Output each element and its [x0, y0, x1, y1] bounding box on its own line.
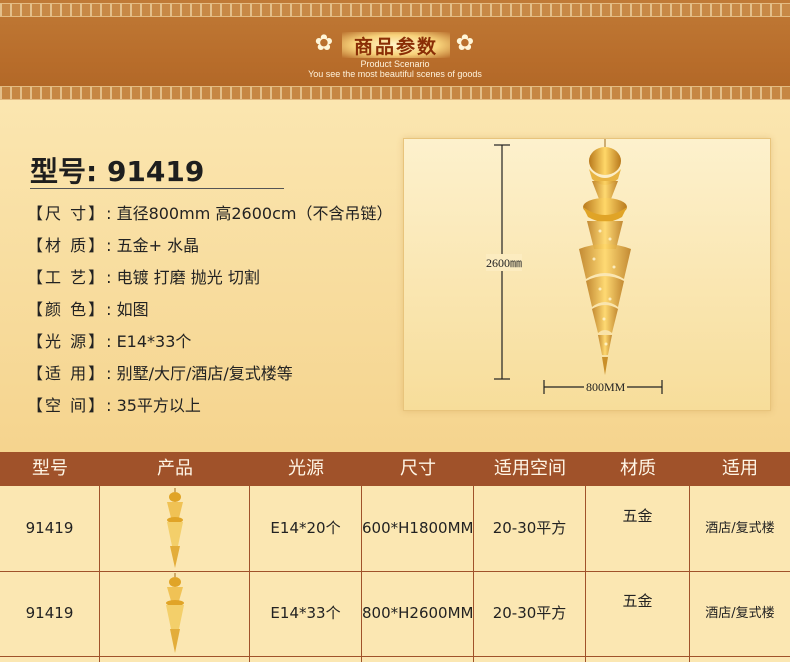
- header-title: 商品参数: [353, 35, 438, 58]
- spec-label: 【光 源】: [27, 332, 107, 351]
- spec-row-space: 【空 间】: 35平方以上: [27, 392, 201, 416]
- greek-key-border-bottom: [0, 86, 790, 100]
- flower-ornament-icon: ✿: [314, 31, 334, 56]
- model-label: 型号:: [30, 155, 98, 188]
- cell-space: 20-30平方: [492, 519, 567, 537]
- flower-ornament-icon: ✿: [455, 31, 475, 56]
- model-number: 91419: [106, 155, 205, 188]
- header-banner: ✿ 商品参数 ✿ Product Scenario You see the mo…: [0, 0, 790, 100]
- cell-size: 800*H2600MM: [362, 604, 474, 622]
- cell-material: 五金: [622, 592, 653, 610]
- cell-size: 600*H1800MM: [362, 519, 474, 537]
- spec-label: 【材 质】: [27, 236, 107, 255]
- spec-value: : 五金+ 水晶: [106, 236, 200, 255]
- spec-row-material: 【材 质】: 五金+ 水晶: [27, 232, 199, 256]
- height-dimension-label: 2600㎜: [486, 254, 523, 271]
- spec-label: 【颜 色】: [27, 300, 107, 319]
- header-cell-product: 产品: [157, 458, 193, 479]
- table-divider: [99, 486, 100, 662]
- header-cell-model: 型号: [32, 458, 68, 479]
- header-title-box: 商品参数: [342, 32, 450, 58]
- cell-model: 91419: [25, 604, 74, 622]
- spec-row-size: 【尺 寸】: 直径800mm 高2600cm（不含吊链）: [27, 200, 392, 224]
- spec-value: : 电镀 打磨 抛光 切割: [106, 268, 260, 287]
- cell-material: 五金: [622, 507, 653, 525]
- spec-row-usage: 【适 用】: 别墅/大厅/酒店/复式楼等: [27, 360, 293, 384]
- cell-light: E14*33个: [270, 604, 341, 622]
- spec-label: 【适 用】: [27, 364, 107, 383]
- spec-value: : 如图: [106, 300, 149, 319]
- cell-space: 20-30平方: [492, 604, 567, 622]
- product-thumbnail: [167, 488, 183, 568]
- spec-row-light-source: 【光 源】: E14*33个: [27, 328, 191, 352]
- cell-usage: 酒店/复式楼: [705, 606, 775, 621]
- spec-value: : 别墅/大厅/酒店/复式楼等: [106, 364, 293, 383]
- greek-key-border-top: [0, 3, 790, 17]
- spec-label: 【空 间】: [27, 396, 107, 415]
- cell-usage: 酒店/复式楼: [705, 521, 775, 536]
- chandelier-illustration: [494, 139, 663, 394]
- header-tagline: You see the most beautiful scenes of goo…: [308, 69, 482, 79]
- cell-light: E14*20个: [270, 519, 341, 537]
- spec-row-craft: 【工 艺】: 电镀 打磨 抛光 切割: [27, 264, 260, 288]
- spec-value: : E14*33个: [106, 332, 192, 351]
- width-dimension-label: 800MM: [584, 380, 628, 395]
- header-cell-space: 适用空间: [494, 458, 566, 479]
- product-thumbnail: [166, 573, 184, 653]
- model-title: 型号: 91419: [30, 150, 204, 190]
- header-subtitle: Product Scenario: [360, 59, 430, 69]
- product-photo: 2600㎜ 800MM: [403, 138, 771, 411]
- spec-value: : 35平方以上: [106, 396, 201, 415]
- header-cell-usage: 适用: [722, 458, 758, 479]
- header-cell-size: 尺寸: [400, 458, 436, 479]
- spec-label: 【工 艺】: [27, 268, 107, 287]
- spec-label: 【尺 寸】: [27, 204, 107, 223]
- table-divider: [0, 656, 790, 657]
- model-underline: [30, 188, 284, 189]
- spec-row-color: 【颜 色】: 如图: [27, 296, 149, 320]
- cell-model: 91419: [25, 519, 74, 537]
- spec-value: : 直径800mm 高2600cm（不含吊链）: [106, 204, 393, 223]
- header-cell-light: 光源: [288, 458, 324, 479]
